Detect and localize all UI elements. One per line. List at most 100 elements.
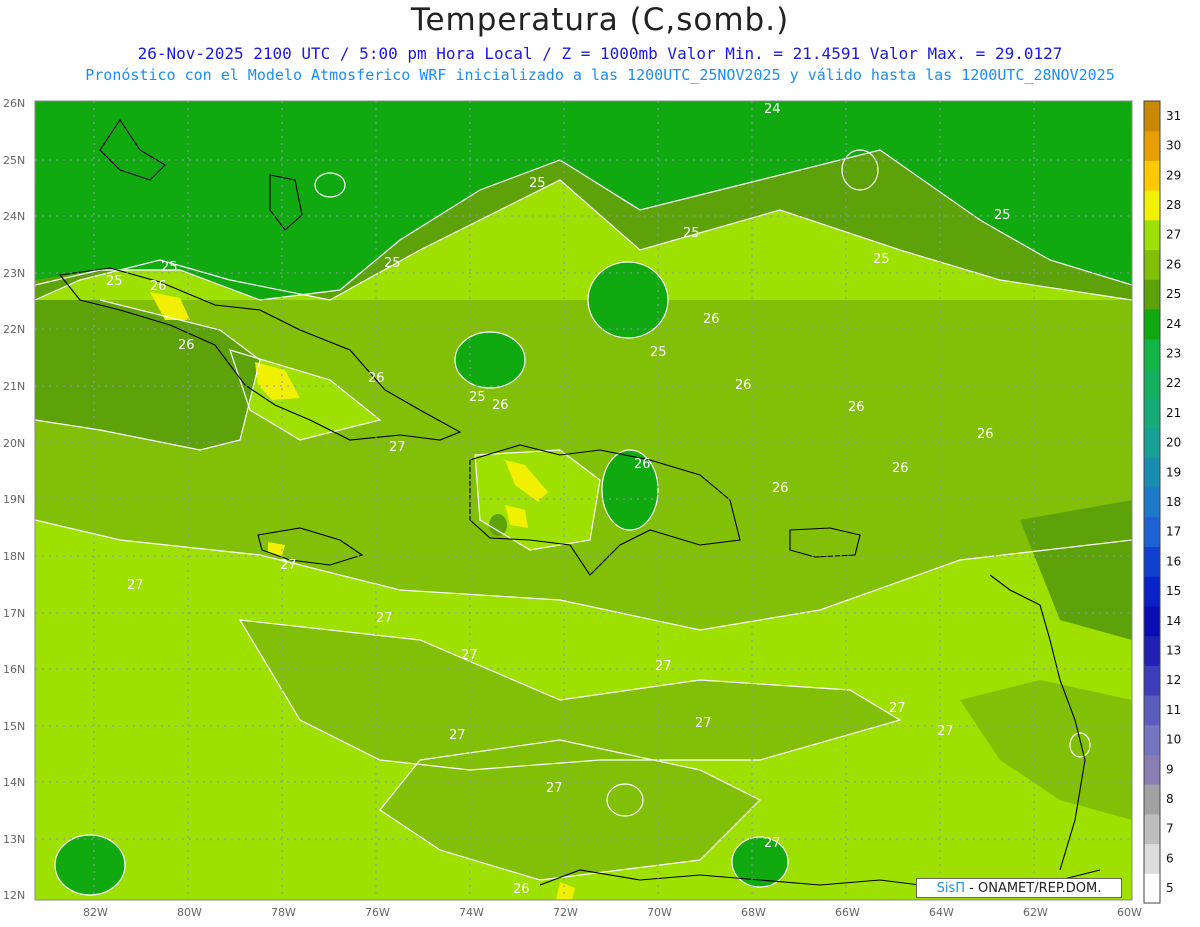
contour-label: 27 bbox=[449, 728, 466, 743]
lat-label: 20N bbox=[3, 437, 25, 450]
colorbar-label: 23 bbox=[1166, 346, 1181, 360]
colorbar-swatch bbox=[1144, 338, 1160, 369]
lon-label: 80W bbox=[177, 906, 202, 919]
colorbar-swatch bbox=[1144, 398, 1160, 429]
contour-label: 27 bbox=[764, 836, 781, 851]
colorbar-label: 24 bbox=[1166, 317, 1181, 331]
longitude-labels: 82W 80W 78W 76W 74W 72W 70W 68W 66W 64W … bbox=[83, 906, 1142, 919]
lat-label: 18N bbox=[3, 550, 25, 563]
lat-label: 26N bbox=[3, 97, 25, 110]
contour-label: 26 bbox=[178, 338, 195, 353]
lat-label: 23N bbox=[3, 267, 25, 280]
lon-label: 72W bbox=[553, 906, 578, 919]
lat-label: 12N bbox=[3, 889, 25, 902]
lat-label: 22N bbox=[3, 323, 25, 336]
colorbar-label: 17 bbox=[1166, 525, 1181, 539]
lon-label: 64W bbox=[929, 906, 954, 919]
colorbar-swatch bbox=[1144, 873, 1160, 904]
lat-label: 19N bbox=[3, 493, 25, 506]
contour-label: 24 bbox=[764, 102, 781, 117]
colorbar-swatch bbox=[1144, 516, 1160, 548]
lon-label: 78W bbox=[271, 906, 296, 919]
colorbar-label: 27 bbox=[1166, 228, 1181, 242]
lat-label: 15N bbox=[3, 720, 25, 733]
contour-label: 25 bbox=[873, 252, 890, 267]
lon-label: 74W bbox=[459, 906, 484, 919]
colorbar-swatch bbox=[1144, 546, 1160, 577]
lon-label: 70W bbox=[647, 906, 672, 919]
contour-label: 26 bbox=[368, 371, 385, 386]
colorbar-label: 5 bbox=[1166, 881, 1174, 895]
contour-label: 26 bbox=[513, 882, 530, 897]
latitude-labels: 26N 25N 24N 23N 22N 21N 20N 19N 18N 17N … bbox=[3, 97, 25, 902]
lon-label: 82W bbox=[83, 906, 108, 919]
colorbar-label: 7 bbox=[1166, 822, 1174, 836]
contour-label: 26 bbox=[848, 400, 865, 415]
contour-label: 25 bbox=[650, 345, 667, 360]
contour-label: 26 bbox=[892, 461, 909, 476]
contour-label: 25 bbox=[106, 274, 123, 289]
credit-text: - ONAMET/REP.DOM. bbox=[965, 881, 1102, 896]
contour-label: 27 bbox=[889, 701, 906, 716]
colorbar-swatch bbox=[1144, 843, 1160, 874]
colorbar-swatch bbox=[1144, 368, 1160, 399]
colorbar-swatch bbox=[1144, 190, 1160, 221]
lon-label: 60W bbox=[1117, 906, 1142, 919]
contour-label: 26 bbox=[703, 312, 720, 327]
colorbar-swatch bbox=[1144, 160, 1160, 191]
lat-label: 17N bbox=[3, 607, 25, 620]
temperature-map: 24 25 25 25 25 25 25 25 25 25 26 26 26 2… bbox=[3, 97, 1181, 919]
lon-label: 62W bbox=[1023, 906, 1048, 919]
colorbar-label: 18 bbox=[1166, 495, 1181, 509]
lat-label: 21N bbox=[3, 380, 25, 393]
colorbar-label: 15 bbox=[1166, 584, 1181, 598]
contour-label: 26 bbox=[492, 398, 509, 413]
colorbar-swatch bbox=[1144, 605, 1160, 637]
colorbar-swatch bbox=[1144, 101, 1160, 132]
contour-label: 27 bbox=[655, 659, 672, 674]
lon-label: 76W bbox=[365, 906, 390, 919]
colorbar-label: 16 bbox=[1166, 554, 1181, 568]
contour-label: 25 bbox=[994, 208, 1011, 223]
colorbar-label: 13 bbox=[1166, 644, 1181, 658]
lat-label: 25N bbox=[3, 154, 25, 167]
colorbar-swatch bbox=[1144, 457, 1160, 488]
contour-label: 25 bbox=[161, 260, 178, 275]
contour-label: 25 bbox=[384, 256, 401, 271]
colorbar-swatch bbox=[1144, 695, 1160, 726]
contour-label: 25 bbox=[469, 390, 486, 405]
colorbar-label: 28 bbox=[1166, 198, 1181, 212]
contour-label: 25 bbox=[683, 226, 700, 241]
lat-label: 14N bbox=[3, 776, 25, 789]
lat-label: 24N bbox=[3, 210, 25, 223]
contour-label: 26 bbox=[977, 427, 994, 442]
contour-label: 27 bbox=[280, 558, 297, 573]
colorbar-label: 12 bbox=[1166, 673, 1181, 687]
colorbar-label: 20 bbox=[1166, 436, 1181, 450]
contour-label: 26 bbox=[735, 378, 752, 393]
map-fill: 24 25 25 25 25 25 25 25 25 25 26 26 26 2… bbox=[35, 101, 1132, 900]
contour-label: 25 bbox=[529, 176, 546, 191]
colorbar: 5 6 7 8 9 10 11 12 13 14 15 16 17 18 19 20 21 22 23 24 25 26 2… bbox=[1143, 100, 1181, 904]
contour-label: 26 bbox=[634, 457, 651, 472]
contour-label: 27 bbox=[695, 716, 712, 731]
colorbar-swatch bbox=[1144, 813, 1160, 845]
credit-box: SisΠ - ONAMET/REP.DOM. bbox=[916, 878, 1122, 898]
colorbar-label: 19 bbox=[1166, 465, 1181, 479]
colorbar-label: 30 bbox=[1166, 139, 1181, 153]
contour-label: 27 bbox=[376, 611, 393, 626]
contour-label: 27 bbox=[389, 440, 406, 455]
colorbar-swatch bbox=[1144, 665, 1160, 696]
colorbar-label: 22 bbox=[1166, 376, 1181, 390]
colorbar-swatch bbox=[1144, 249, 1160, 280]
colorbar-label: 10 bbox=[1166, 733, 1181, 747]
colorbar-swatch bbox=[1144, 784, 1160, 815]
contour-label: 26 bbox=[772, 481, 789, 496]
colorbar-swatch bbox=[1144, 279, 1160, 310]
colorbar-swatch bbox=[1144, 724, 1160, 755]
colorbar-label: 29 bbox=[1166, 168, 1181, 182]
colorbar-swatch bbox=[1144, 308, 1160, 340]
lon-label: 68W bbox=[741, 906, 766, 919]
colorbar-label: 11 bbox=[1166, 703, 1181, 717]
colorbar-swatch bbox=[1144, 487, 1160, 518]
